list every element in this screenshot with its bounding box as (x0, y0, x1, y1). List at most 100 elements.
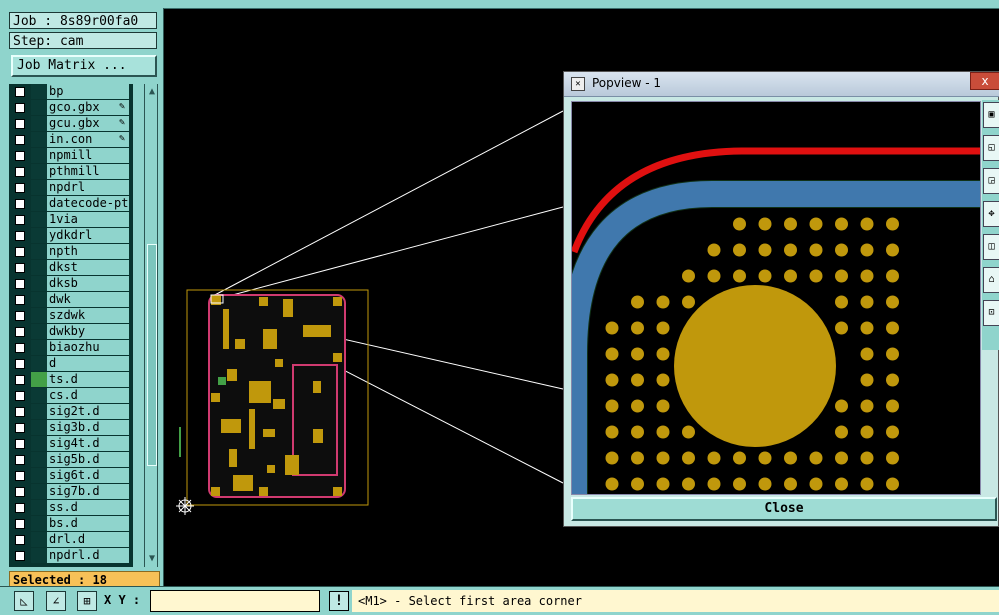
popview-titlebar[interactable]: ✕ Popview - 1 x (564, 72, 999, 97)
layer-checkbox[interactable] (15, 519, 25, 529)
layer-row[interactable]: bs.d (9, 516, 133, 532)
layer-name[interactable]: npdrl.d (47, 548, 129, 563)
layer-row[interactable]: dwkby (9, 324, 133, 340)
layer-name[interactable]: sig2t.d (47, 404, 129, 419)
layer-color-swatch[interactable] (31, 196, 47, 211)
layer-row[interactable]: drl.d (9, 532, 133, 548)
layer-row[interactable]: sig7b.d (9, 484, 133, 500)
layer-checkbox[interactable] (15, 119, 25, 129)
layer-color-swatch[interactable] (31, 308, 47, 323)
layer-checkbox[interactable] (15, 151, 25, 161)
angle-tool-icon[interactable]: ∠ (46, 591, 66, 611)
layer-color-swatch[interactable] (31, 532, 47, 547)
layer-name[interactable]: datecode-pt (47, 196, 129, 211)
layer-checkbox[interactable] (15, 279, 25, 289)
layer-checkbox[interactable] (15, 487, 25, 497)
layer-checkbox[interactable] (15, 167, 25, 177)
scrollbar-thumb[interactable] (147, 244, 157, 466)
layer-checkbox[interactable] (15, 327, 25, 337)
layer-color-swatch[interactable] (31, 164, 47, 179)
layer-name[interactable]: dwkby (47, 324, 129, 339)
layer-checkbox[interactable] (15, 551, 25, 561)
layer-checkbox[interactable] (15, 215, 25, 225)
layer-checkbox[interactable] (15, 87, 25, 97)
layer-row[interactable]: gcu.gbx ✎ (9, 116, 133, 132)
layer-color-swatch[interactable] (31, 276, 47, 291)
layer-row[interactable]: sig5b.d (9, 452, 133, 468)
layer-checkbox[interactable] (15, 231, 25, 241)
layer-name[interactable]: dksb (47, 276, 129, 291)
layer-name[interactable]: npth (47, 244, 129, 259)
scroll-up-arrow-icon[interactable]: ▲ (146, 86, 158, 98)
layer-name[interactable]: sig6t.d (47, 468, 129, 483)
layer-color-swatch[interactable] (31, 324, 47, 339)
layer-row[interactable]: dwk (9, 292, 133, 308)
layer-checkbox[interactable] (15, 199, 25, 209)
layer-name[interactable]: in.con (47, 132, 129, 147)
layer-checkbox[interactable] (15, 455, 25, 465)
zoom-home-icon[interactable]: ⌂ (983, 267, 999, 293)
measure-tool-icon[interactable]: ◺ (14, 591, 34, 611)
layer-color-swatch[interactable] (31, 292, 47, 307)
layer-color-swatch[interactable] (31, 356, 47, 371)
layer-name[interactable]: biaozhu (47, 340, 129, 355)
layer-row[interactable]: sig2t.d (9, 404, 133, 420)
layer-row[interactable]: ydkdrl (9, 228, 133, 244)
layer-name[interactable]: szdwk (47, 308, 129, 323)
layer-name[interactable]: sig3b.d (47, 420, 129, 435)
layer-row[interactable]: in.con ✎ (9, 132, 133, 148)
layer-row[interactable]: datecode-pt (9, 196, 133, 212)
layer-checkbox[interactable] (15, 103, 25, 113)
layer-checkbox[interactable] (15, 311, 25, 321)
layer-row[interactable]: npdrl.d (9, 548, 133, 564)
layer-name[interactable]: sig4t.d (47, 436, 129, 451)
layer-checkbox[interactable] (15, 263, 25, 273)
pan-icon[interactable]: ✥ (983, 201, 999, 227)
layer-checkbox[interactable] (15, 423, 25, 433)
layer-color-swatch[interactable] (31, 516, 47, 531)
layer-checkbox[interactable] (15, 535, 25, 545)
layer-checkbox[interactable] (15, 407, 25, 417)
layer-name[interactable]: dwk (47, 292, 129, 307)
layer-name[interactable]: npmill (47, 148, 129, 163)
popview-close-button[interactable]: Close (571, 497, 997, 521)
layer-checkbox[interactable] (15, 439, 25, 449)
layer-row[interactable]: dksb (9, 276, 133, 292)
layer-color-swatch[interactable] (31, 116, 47, 131)
xy-input[interactable] (150, 590, 320, 612)
layer-checkbox[interactable] (15, 183, 25, 193)
layer-name[interactable]: 1via (47, 212, 129, 227)
layer-name[interactable]: d (47, 356, 129, 371)
job-matrix-button[interactable]: Job Matrix ... (11, 55, 157, 77)
layer-row[interactable]: sig6t.d (9, 468, 133, 484)
layer-color-swatch[interactable] (31, 372, 47, 387)
layer-name[interactable]: gcu.gbx (47, 116, 129, 131)
layer-checkbox[interactable] (15, 471, 25, 481)
layer-row[interactable]: pthmill (9, 164, 133, 180)
layer-color-swatch[interactable] (31, 84, 47, 99)
layer-color-swatch[interactable] (31, 340, 47, 355)
layer-name[interactable]: cs.d (47, 388, 129, 403)
grid-tool-icon[interactable]: ⊞ (77, 591, 97, 611)
layer-checkbox[interactable] (15, 135, 25, 145)
layer-checkbox[interactable] (15, 503, 25, 513)
layer-color-swatch[interactable] (31, 404, 47, 419)
zoom-out-icon[interactable]: ◲ (983, 168, 999, 194)
layer-color-swatch[interactable] (31, 212, 47, 227)
layer-color-swatch[interactable] (31, 100, 47, 115)
layer-name[interactable]: sig5b.d (47, 452, 129, 467)
layer-color-swatch[interactable] (31, 228, 47, 243)
popview-canvas[interactable] (571, 101, 981, 495)
layer-row[interactable]: biaozhu (9, 340, 133, 356)
scroll-down-arrow-icon[interactable]: ▼ (146, 553, 158, 565)
layer-checkbox[interactable] (15, 247, 25, 257)
layer-color-swatch[interactable] (31, 148, 47, 163)
layer-list-scrollbar[interactable]: ▲ ▼ (144, 84, 158, 567)
layer-checkbox[interactable] (15, 343, 25, 353)
layer-name[interactable]: ts.d (47, 372, 129, 387)
layer-color-swatch[interactable] (31, 388, 47, 403)
layer-row[interactable]: cs.d (9, 388, 133, 404)
layer-color-swatch[interactable] (31, 468, 47, 483)
layer-row[interactable]: gco.gbx ✎ (9, 100, 133, 116)
layer-row[interactable]: ts.d (9, 372, 133, 388)
